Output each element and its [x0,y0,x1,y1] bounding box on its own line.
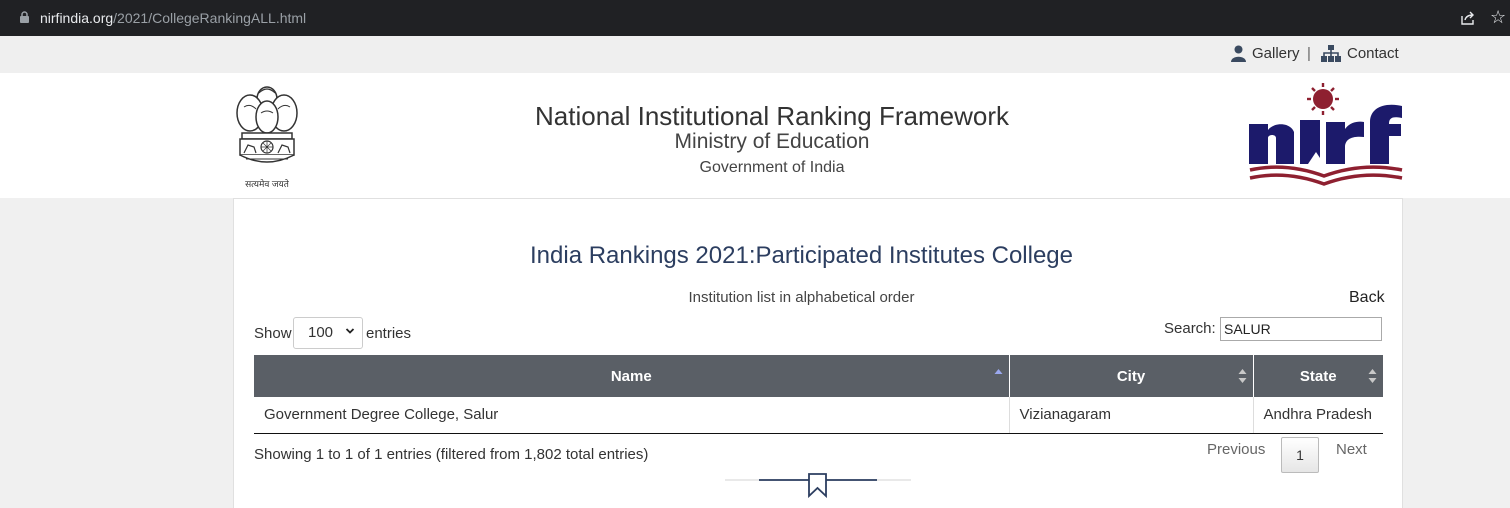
institutes-table: Name City State Government Degree Colleg… [254,355,1383,434]
back-link[interactable]: Back [1349,289,1385,307]
next-button[interactable]: Next [1336,441,1367,458]
user-icon [1231,45,1246,62]
chevron-down-icon [345,328,355,334]
column-header-name[interactable]: Name [254,355,1010,397]
entries-per-page-value: 100 [308,324,334,341]
page-title: India Rankings 2021:Participated Institu… [530,242,1073,269]
list-subtitle: Institution list in alphabetical order [688,289,915,306]
bookmark-star-icon[interactable]: ☆ [1490,7,1506,27]
topbar-separator: | [1307,45,1311,62]
emblem-motto: सत्यमेव जयते [245,179,289,189]
gallery-link[interactable]: Gallery [1231,45,1300,62]
sort-both-icon [1238,369,1246,383]
url-host: nirfindia.org [40,10,114,26]
contact-label: Contact [1347,45,1399,62]
column-header-state[interactable]: State [1253,355,1383,397]
sort-both-icon [1368,369,1377,383]
sun-icon [1307,83,1339,115]
show-label: Show [254,325,292,342]
search-label: Search: [1164,320,1216,337]
contact-link[interactable]: Contact [1321,45,1399,62]
table-info: Showing 1 to 1 of 1 entries (filtered fr… [254,446,649,463]
page-1-button[interactable]: 1 [1281,437,1319,473]
content-panel: India Rankings 2021:Participated Institu… [233,198,1403,508]
cell-city: Vizianagaram [1009,397,1254,434]
url-path: /2021/CollegeRankingALL.html [113,10,307,26]
cell-name: Government Degree College, Salur [254,397,1010,434]
column-header-city[interactable]: City [1009,355,1254,397]
table-row[interactable]: Government Degree College, Salur Viziana… [254,397,1383,434]
entries-label: entries [366,325,412,342]
url-text[interactable]: nirfindia.org/2021/CollegeRankingALL.htm… [40,10,306,26]
lock-icon [20,11,29,23]
cell-state: Andhra Pradesh [1253,397,1383,434]
top-utility-bar: Gallery | Contact [0,36,1510,73]
sort-ascending-icon [994,369,1002,374]
sitemap-icon [1321,45,1341,62]
site-header: सत्यमेव जयते National Institutional Rank… [0,73,1510,198]
share-icon[interactable] [1460,10,1476,26]
search-input[interactable] [1220,317,1382,341]
gallery-label: Gallery [1252,45,1300,62]
bookmark-divider-icon [725,473,911,498]
browser-url-bar[interactable]: nirfindia.org/2021/CollegeRankingALL.htm… [0,0,1510,36]
entries-per-page-select[interactable]: 100 [293,317,363,349]
previous-button[interactable]: Previous [1207,441,1265,458]
nirf-logo[interactable] [1246,82,1406,190]
